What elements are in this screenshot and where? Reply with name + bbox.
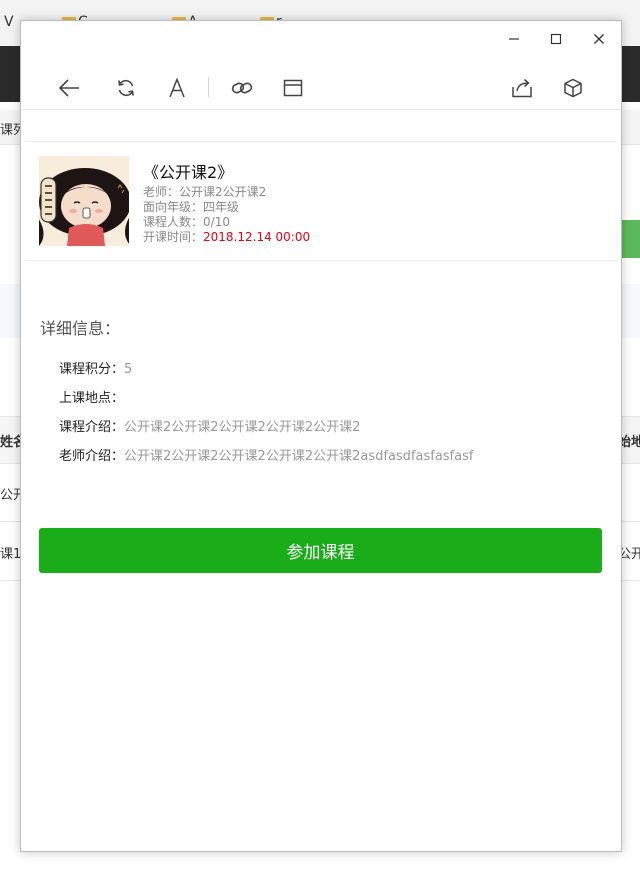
join-course-button[interactable]: 参加课程	[39, 528, 602, 573]
course-enrollment: 课程人数：0/10	[143, 215, 230, 229]
share-icon	[512, 78, 532, 98]
course-detail-window: 《公开课2》 老师：公开课2公开课2 面向年级：四年级 课程人数：0/10 开课…	[20, 20, 622, 852]
cartoon-girl-image	[39, 156, 129, 246]
course-card: 《公开课2》 老师：公开课2公开课2 面向年级：四年级 课程人数：0/10 开课…	[25, 141, 617, 261]
maximize-button[interactable]	[542, 29, 570, 49]
minimize-button[interactable]	[500, 29, 528, 49]
course-start-time: 开课时间：2018.12.14 00:00	[143, 230, 311, 244]
course-teacher: 老师：公开课2公开课2	[143, 185, 267, 199]
maximize-icon	[550, 33, 562, 45]
course-cover-image	[39, 156, 129, 246]
detail-teacher-intro: 老师介绍：公开课2公开课2公开课2公开课2公开课2asdfasdfasfasfa…	[59, 449, 474, 464]
detail-course-intro: 课程介绍：公开课2公开课2公开课2公开课2公开课2	[59, 420, 361, 435]
open-in-browser-button[interactable]	[278, 73, 308, 103]
toolbar-divider	[208, 77, 209, 97]
link-icon	[231, 82, 253, 94]
detail-location: 上课地点：	[59, 391, 125, 406]
font-icon	[169, 78, 185, 98]
close-button[interactable]	[585, 29, 613, 49]
course-title: 《公开课2》	[143, 163, 234, 182]
copy-link-button[interactable]	[227, 73, 257, 103]
detail-points: 课程积分：5	[59, 362, 133, 377]
font-size-button[interactable]	[162, 73, 192, 103]
details-heading: 详细信息：	[40, 319, 121, 338]
window-icon	[283, 79, 303, 97]
course-grade: 面向年级：四年级	[143, 200, 240, 214]
back-button[interactable]	[54, 73, 84, 103]
toolbar-bottom-border	[21, 109, 621, 110]
refresh-icon	[118, 79, 134, 97]
cube-icon	[564, 78, 582, 98]
share-button[interactable]	[507, 73, 537, 103]
back-arrow-icon	[58, 79, 79, 97]
mini-program-button[interactable]	[558, 73, 588, 103]
refresh-button[interactable]	[111, 73, 141, 103]
close-icon	[594, 34, 604, 44]
minimize-icon	[509, 38, 519, 40]
